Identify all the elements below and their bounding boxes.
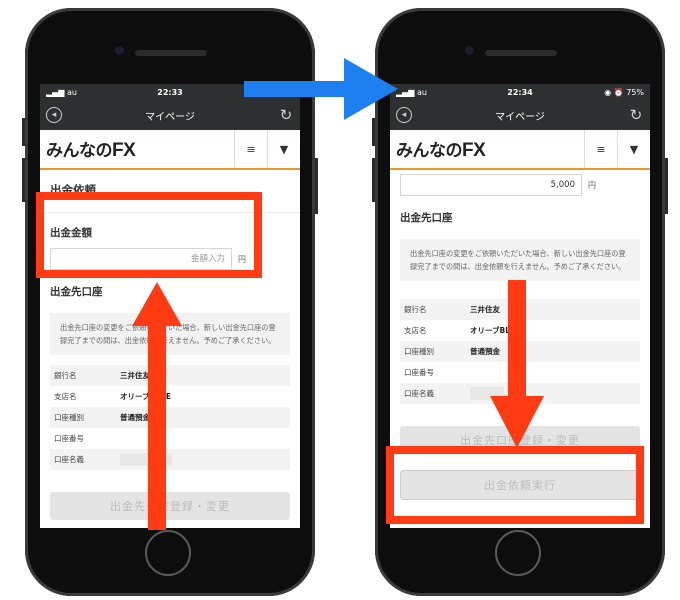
up-arrow [132,282,182,530]
right-arrow [244,58,398,120]
down-arrow [490,280,544,448]
annotation-arrows [132,58,544,530]
